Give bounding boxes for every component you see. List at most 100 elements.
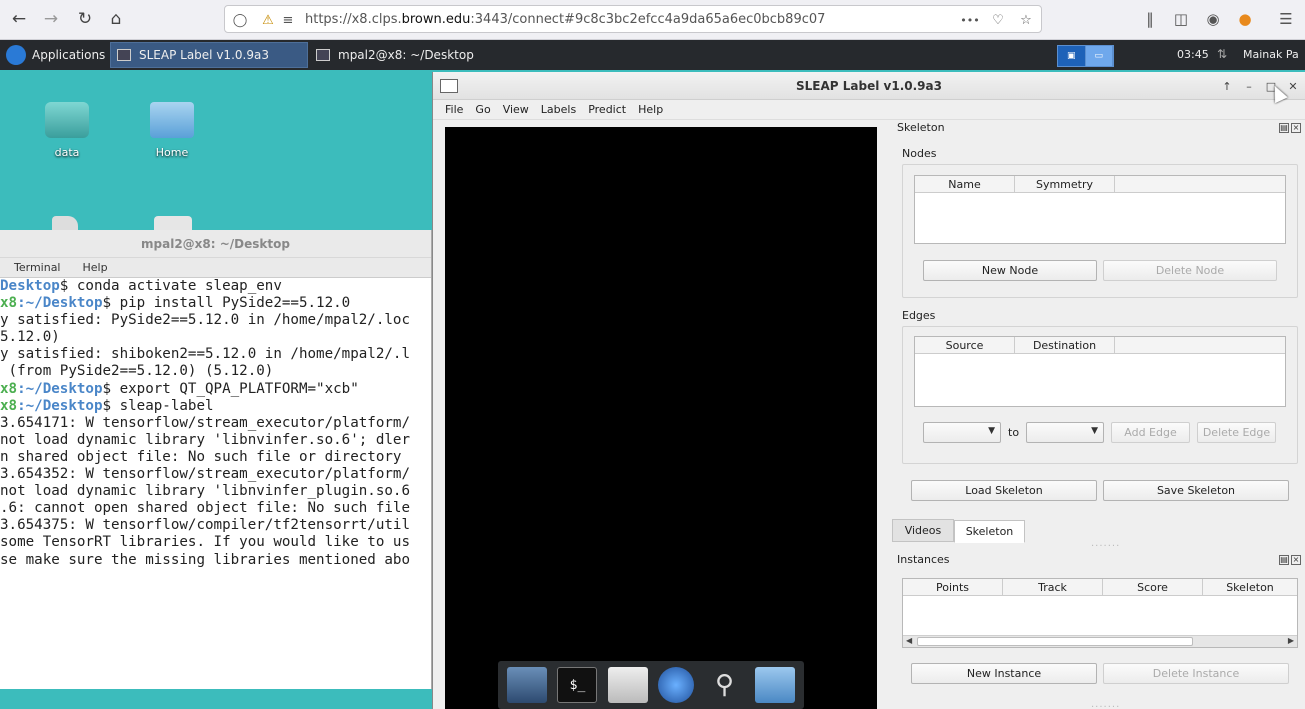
- network-icon[interactable]: ⇅: [1217, 47, 1227, 61]
- instances-panel-title: Instances: [897, 553, 950, 566]
- menu-help[interactable]: Help: [83, 261, 108, 274]
- sleap-titlebar[interactable]: SLEAP Label v1.0.9a3 ↑ – □ ✕: [433, 72, 1305, 100]
- terminal-text: not load dynamic library 'libnvinfer_plu…: [0, 483, 410, 500]
- terminal-icon[interactable]: $_: [557, 667, 598, 703]
- menu-view[interactable]: View: [503, 103, 529, 116]
- instances-table[interactable]: Points Track Score Skeleton ◀ ▶: [902, 578, 1298, 648]
- close-dock-icon[interactable]: ×: [1291, 123, 1301, 133]
- home-icon[interactable]: ⌂: [103, 6, 129, 32]
- scroll-right-icon[interactable]: ▶: [1288, 636, 1294, 645]
- prompt-host: x8: [0, 295, 18, 312]
- menu-go[interactable]: Go: [475, 103, 490, 116]
- taskbar-item-terminal[interactable]: mpal2@x8: ~/Desktop: [310, 42, 506, 68]
- add-edge-button[interactable]: Add Edge: [1111, 422, 1190, 443]
- scrollbar-thumb[interactable]: [917, 637, 1193, 646]
- workspace-2[interactable]: ▭: [1085, 46, 1113, 66]
- url-host: brown.edu: [401, 12, 471, 27]
- column-header-score[interactable]: Score: [1103, 579, 1203, 596]
- column-header-name[interactable]: Name: [915, 176, 1015, 193]
- folder-icon[interactable]: [754, 667, 795, 703]
- new-node-button[interactable]: New Node: [923, 260, 1097, 281]
- lock-warning-icon[interactable]: ⚠: [259, 11, 277, 29]
- terminal-text: y satisfied: shiboken2==5.12.0 in /home/…: [0, 346, 410, 363]
- menu-predict[interactable]: Predict: [588, 103, 626, 116]
- splitter-handle[interactable]: .......: [1091, 538, 1120, 549]
- column-header-source[interactable]: Source: [915, 337, 1015, 354]
- delete-edge-button[interactable]: Delete Edge: [1197, 422, 1276, 443]
- terminal-output[interactable]: Desktop$ conda activate sleap_env x8:~/De…: [0, 278, 432, 688]
- web-browser-icon[interactable]: [658, 667, 695, 703]
- clock[interactable]: 03:45: [1177, 48, 1209, 61]
- splitter-handle[interactable]: .......: [1091, 699, 1120, 709]
- column-header-skeleton[interactable]: Skeleton: [1203, 579, 1297, 596]
- float-icon[interactable]: ▤: [1279, 123, 1289, 133]
- tab-videos[interactable]: Videos: [892, 519, 954, 542]
- terminal-text: (from PySide2==5.12.0) (5.12.0): [0, 363, 274, 380]
- file-manager-icon[interactable]: [607, 667, 648, 703]
- horizontal-scrollbar[interactable]: ◀ ▶: [903, 635, 1297, 647]
- video-viewer[interactable]: [445, 127, 877, 709]
- applications-label: Applications: [32, 48, 106, 62]
- float-icon[interactable]: ▤: [1279, 555, 1289, 565]
- close-dock-icon[interactable]: ×: [1291, 555, 1301, 565]
- column-header-points[interactable]: Points: [903, 579, 1003, 596]
- sidebar-icon[interactable]: ◫: [1170, 8, 1192, 30]
- desktop-icon-partial[interactable]: [52, 216, 78, 230]
- terminal-title[interactable]: mpal2@x8: ~/Desktop: [0, 230, 431, 258]
- page-actions-icon[interactable]: •••: [960, 11, 979, 29]
- taskbar-item-sleap[interactable]: SLEAP Label v1.0.9a3: [110, 42, 308, 68]
- load-skeleton-button[interactable]: Load Skeleton: [911, 480, 1097, 501]
- forward-arrow-icon[interactable]: →: [38, 6, 64, 32]
- window-icon: [117, 49, 131, 61]
- url-text[interactable]: https://x8.clps.brown.edu:3443/connect#9…: [305, 12, 825, 27]
- workspace-switcher[interactable]: ▣ ▭: [1057, 45, 1114, 67]
- menu-terminal[interactable]: Terminal: [14, 261, 61, 274]
- show-desktop-icon[interactable]: [507, 667, 548, 703]
- account-icon[interactable]: ◉: [1202, 8, 1224, 30]
- menu-labels[interactable]: Labels: [541, 103, 576, 116]
- column-header-track[interactable]: Track: [1003, 579, 1103, 596]
- delete-node-button[interactable]: Delete Node: [1103, 260, 1277, 281]
- xfce-logo-icon: [6, 45, 26, 65]
- minimize-icon[interactable]: –: [1241, 78, 1257, 94]
- menu-file[interactable]: File: [445, 103, 463, 116]
- pocket-icon[interactable]: ♡: [989, 11, 1007, 29]
- scroll-left-icon[interactable]: ◀: [906, 636, 912, 645]
- terminal-window[interactable]: mpal2@x8: ~/Desktop Terminal Help Deskto…: [0, 230, 432, 689]
- search-icon[interactable]: ⚲: [704, 667, 744, 703]
- terminal-text: 5.12.0): [0, 329, 60, 346]
- desktop-icon-data[interactable]: data: [32, 102, 102, 159]
- workspace-1[interactable]: ▣: [1058, 46, 1086, 66]
- tab-skeleton[interactable]: Skeleton: [954, 520, 1025, 543]
- menu-help[interactable]: Help: [638, 103, 663, 116]
- user-menu[interactable]: Mainak Pa: [1243, 48, 1299, 61]
- applications-menu-button[interactable]: Applications: [0, 42, 108, 68]
- column-header-destination[interactable]: Destination: [1015, 337, 1115, 354]
- extension-icon[interactable]: ●: [1234, 8, 1256, 30]
- close-icon[interactable]: ✕: [1285, 78, 1301, 94]
- source-node-select[interactable]: ▼: [923, 422, 1001, 443]
- terminal-line: n shared object file: No such file or di…: [0, 449, 432, 466]
- reload-icon[interactable]: ↻: [72, 6, 98, 32]
- permissions-icon[interactable]: ≡: [279, 11, 297, 29]
- back-arrow-icon[interactable]: ←: [6, 6, 32, 32]
- hamburger-menu-icon[interactable]: ☰: [1275, 8, 1297, 30]
- nodes-table[interactable]: Name Symmetry: [914, 175, 1286, 244]
- terminal-text: 3.654171: W tensorflow/stream_executor/p…: [0, 414, 410, 431]
- library-icon[interactable]: ‖: [1139, 8, 1161, 30]
- bookmark-star-icon[interactable]: ☆: [1017, 11, 1035, 29]
- shield-icon[interactable]: ◯: [231, 11, 249, 29]
- url-bar[interactable]: ◯ ⚠ ≡ https://x8.clps.brown.edu:3443/con…: [224, 5, 1042, 33]
- desktop-icon-home[interactable]: Home: [137, 102, 207, 159]
- terminal-line: se make sure the missing libraries menti…: [0, 552, 432, 569]
- save-skeleton-button[interactable]: Save Skeleton: [1103, 480, 1289, 501]
- edges-table[interactable]: Source Destination: [914, 336, 1286, 407]
- delete-instance-button[interactable]: Delete Instance: [1103, 663, 1289, 684]
- terminal-line: x8:~/Desktop$ export QT_QPA_PLATFORM="xc…: [0, 381, 432, 398]
- shade-up-icon[interactable]: ↑: [1219, 78, 1235, 94]
- new-instance-button[interactable]: New Instance: [911, 663, 1097, 684]
- desktop-icon-partial[interactable]: [154, 216, 192, 230]
- column-header-symmetry[interactable]: Symmetry: [1015, 176, 1115, 193]
- sleap-window[interactable]: SLEAP Label v1.0.9a3 ↑ – □ ✕ File Go Vie…: [432, 72, 1305, 709]
- destination-node-select[interactable]: ▼: [1026, 422, 1104, 443]
